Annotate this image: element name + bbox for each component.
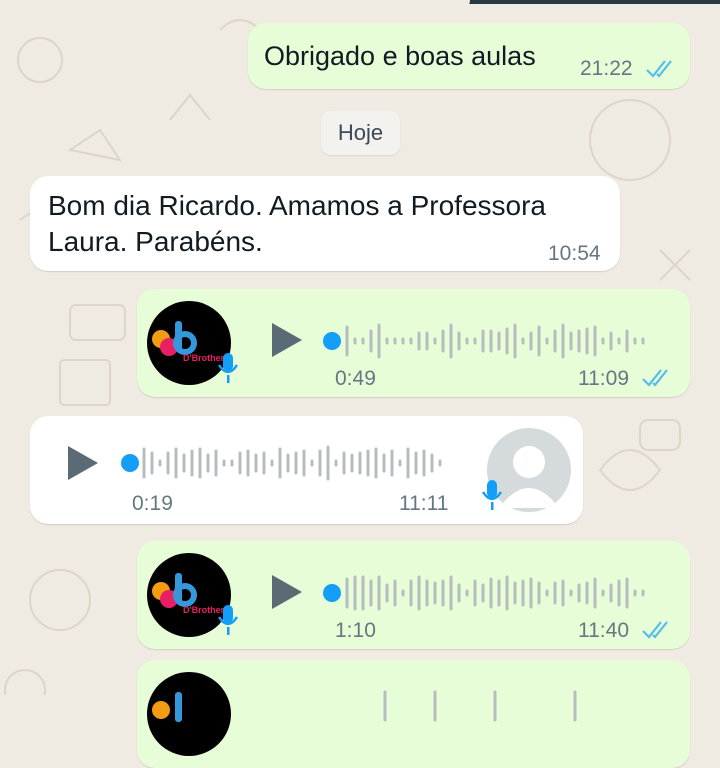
date-separator: Hoje bbox=[321, 111, 400, 155]
top-edge-cutout bbox=[0, 0, 470, 10]
play-icon[interactable] bbox=[270, 573, 304, 611]
message-time: 10:54 bbox=[548, 242, 601, 265]
outgoing-voice-message[interactable]: D'Brother bbox=[137, 289, 690, 397]
message-time: 11:09 bbox=[578, 367, 629, 390]
message-text-line-1: Bom dia Ricardo. Amamos a Professora bbox=[48, 190, 546, 221]
playback-position-dot[interactable] bbox=[323, 584, 341, 602]
double-check-icon bbox=[642, 621, 668, 639]
playback-position-dot[interactable] bbox=[323, 332, 341, 350]
microphone-icon bbox=[481, 480, 503, 510]
message-time: 11:40 bbox=[578, 619, 629, 642]
voice-duration: 0:49 bbox=[335, 367, 376, 390]
play-icon[interactable] bbox=[66, 444, 100, 482]
microphone-icon bbox=[217, 353, 239, 383]
brand-logo-avatar bbox=[147, 672, 231, 756]
voice-waveform[interactable] bbox=[345, 684, 665, 728]
playback-position-dot[interactable] bbox=[121, 454, 139, 472]
voice-waveform[interactable] bbox=[345, 319, 665, 363]
message-text: Obrigado e boas aulas bbox=[264, 41, 536, 71]
outgoing-text-message[interactable]: Obrigado e boas aulas 21:22 bbox=[248, 23, 690, 89]
double-check-icon bbox=[646, 60, 672, 78]
message-text-line-2: Laura. Parabéns. bbox=[48, 226, 263, 257]
outgoing-voice-message-partial[interactable] bbox=[137, 660, 690, 768]
incoming-text-message[interactable]: Bom dia Ricardo. Amamos a Professora Lau… bbox=[30, 176, 620, 271]
voice-waveform[interactable] bbox=[345, 571, 665, 615]
outgoing-voice-message[interactable]: D'Brother bbox=[137, 541, 690, 649]
incoming-voice-message[interactable]: 0:19 11:11 bbox=[30, 416, 583, 524]
voice-waveform[interactable] bbox=[142, 441, 462, 485]
voice-duration: 1:10 bbox=[335, 619, 376, 642]
microphone-icon bbox=[217, 605, 239, 635]
message-time: 21:22 bbox=[580, 57, 633, 80]
message-time: 11:11 bbox=[399, 492, 449, 515]
play-icon[interactable] bbox=[270, 321, 304, 359]
double-check-icon bbox=[642, 369, 668, 387]
voice-duration: 0:19 bbox=[132, 492, 173, 515]
